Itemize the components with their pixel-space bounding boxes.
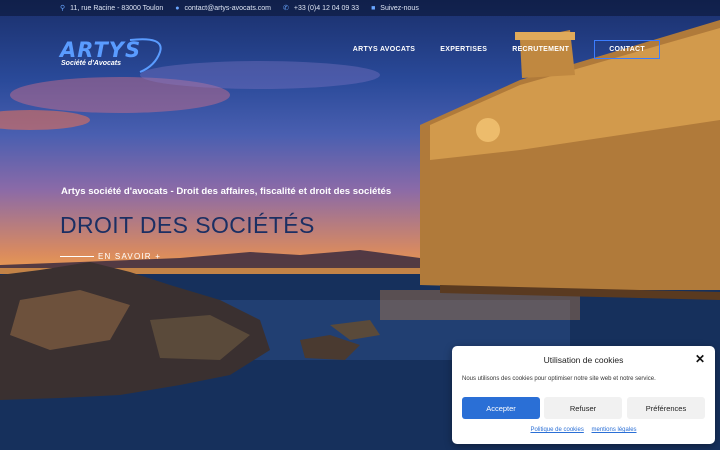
address-text: 11, rue Racine - 83000 Toulon (70, 4, 164, 12)
close-icon[interactable]: ✕ (695, 352, 705, 366)
cookie-policy-link[interactable]: Politique de cookies (530, 427, 583, 433)
social-item[interactable]: ■ Suivez-nous (371, 5, 419, 12)
cta-label: EN SAVOIR + (98, 252, 162, 261)
nav-item-recrutement[interactable]: RECRUTEMENT (512, 46, 569, 53)
preferences-button[interactable]: Préférences (627, 397, 705, 419)
linkedin-icon: ■ (371, 4, 376, 12)
cookie-dialog-title: Utilisation de cookies (543, 355, 624, 365)
location-pin-icon: ⚲ (60, 5, 66, 12)
cta-line-icon (60, 256, 94, 257)
phone-item[interactable]: ✆ +33 (0)4 12 04 09 33 (282, 4, 359, 13)
email-link[interactable]: contact@artys-avocats.com (185, 5, 271, 12)
learn-more-link[interactable]: EN SAVOIR + (60, 252, 161, 261)
social-link[interactable]: Suivez-nous (380, 5, 419, 12)
phone-icon: ✆ (282, 5, 289, 12)
legal-notice-link[interactable]: mentions légales (592, 427, 637, 433)
top-info-bar: ⚲ 11, rue Racine - 83000 Toulon ● contac… (0, 0, 720, 16)
logo-swoosh-icon (129, 38, 162, 73)
cookie-consent-dialog: Utilisation de cookies ✕ Nous utilisons … (452, 346, 715, 444)
refuse-button[interactable]: Refuser (544, 397, 622, 419)
address-item: ⚲ 11, rue Racine - 83000 Toulon (60, 4, 164, 13)
cookie-links: Politique de cookies mentions légales (452, 427, 715, 433)
hero-headline: DROIT DES SOCIÉTÉS (60, 212, 315, 238)
cookie-buttons: Accepter Refuser Préférences (462, 397, 705, 419)
site-logo[interactable]: ARTYS Société d'Avocats (60, 34, 170, 74)
nav-item-expertises[interactable]: EXPERTISES (440, 46, 487, 53)
hero-kicker: Artys société d'avocats - Droit des affa… (61, 186, 392, 197)
chat-bubble-icon: ● (175, 4, 180, 12)
nav-item-artys-avocats[interactable]: ARTYS AVOCATS (353, 46, 416, 53)
phone-link[interactable]: +33 (0)4 12 04 09 33 (294, 5, 359, 12)
accept-button[interactable]: Accepter (462, 397, 540, 419)
main-navigation: ARTYS AVOCATS EXPERTISES RECRUTEMENT CON… (328, 40, 660, 59)
email-item[interactable]: ● contact@artys-avocats.com (175, 5, 271, 12)
contact-button[interactable]: CONTACT (594, 40, 660, 59)
cookie-message: Nous utilisons des cookies pour optimise… (462, 376, 656, 382)
